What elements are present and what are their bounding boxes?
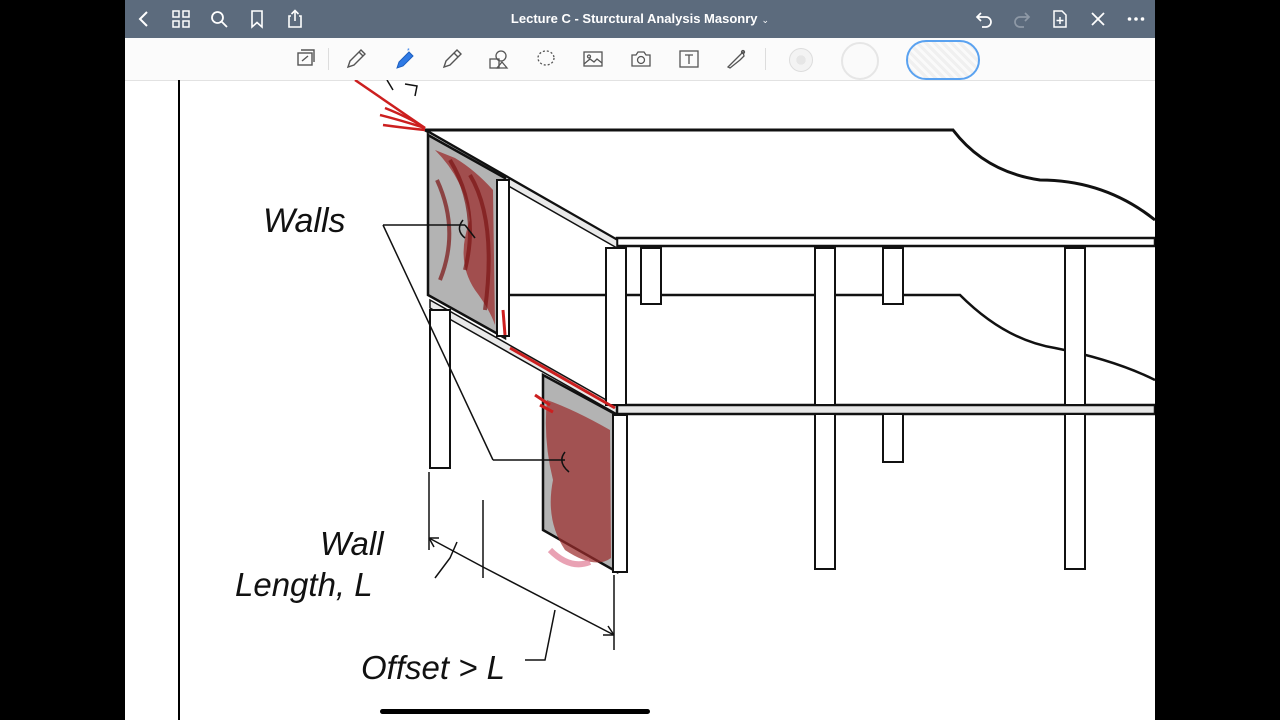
bookmark-icon[interactable]: [247, 9, 267, 29]
toolbar-divider: [328, 48, 329, 70]
close-icon[interactable]: [1088, 9, 1108, 29]
home-indicator[interactable]: [380, 709, 650, 714]
toolbar-divider: [765, 48, 766, 70]
top-bar: Lecture C - Sturctural Analysis Masonry ⌄: [125, 0, 1155, 38]
share-icon[interactable]: [285, 9, 305, 29]
drawing-toolbar: *: [125, 38, 1155, 81]
notes-app-window: Lecture C - Sturctural Analysis Masonry ⌄: [125, 0, 1155, 720]
highlighter-tool-icon[interactable]: *: [391, 47, 417, 71]
eraser-size-large-selected[interactable]: [906, 40, 980, 80]
document-canvas[interactable]: Walls Wall Length, L Offset > L: [125, 80, 1155, 720]
chevron-down-icon[interactable]: ⌄: [762, 15, 770, 25]
read-only-mode-icon[interactable]: [293, 47, 319, 71]
roof-back-edge: [425, 128, 1155, 222]
redo-icon[interactable]: [1012, 9, 1032, 29]
camera-tool-icon[interactable]: [628, 47, 654, 71]
undo-icon[interactable]: [974, 9, 994, 29]
add-page-icon[interactable]: [1050, 9, 1070, 29]
wall-length-label-line1: Wall: [320, 525, 385, 562]
lower-columns: [429, 309, 1086, 570]
eraser-size-small[interactable]: [789, 48, 813, 72]
walls-label: Walls: [263, 202, 346, 240]
red-annotation-arrow: [354, 80, 426, 132]
laser-pointer-icon[interactable]: [723, 47, 749, 71]
image-tool-icon[interactable]: [580, 47, 606, 71]
document-title-text[interactable]: Lecture C - Sturctural Analysis Masonry: [511, 11, 758, 26]
partial-arrow-marks: [386, 80, 418, 97]
document-title[interactable]: Lecture C - Sturctural Analysis Masonry ⌄: [125, 0, 1155, 38]
wall-length-label-line2: Length, L: [235, 566, 373, 603]
search-icon[interactable]: [209, 9, 229, 29]
back-icon[interactable]: [134, 9, 154, 29]
text-tool-icon[interactable]: [676, 47, 702, 71]
thumbnails-grid-icon[interactable]: [171, 9, 191, 29]
more-options-icon[interactable]: [1126, 9, 1146, 29]
floor-slab-front: [615, 403, 1155, 416]
eraser-tool-icon[interactable]: [439, 47, 465, 71]
shapes-tool-icon[interactable]: [485, 47, 511, 71]
lower-wall-edge-column: [612, 414, 628, 573]
svg-text:*: *: [407, 48, 410, 55]
eraser-size-medium[interactable]: [841, 42, 879, 80]
pen-tool-icon[interactable]: [343, 47, 369, 71]
offset-label: Offset > L: [361, 649, 505, 686]
upper-columns: [605, 247, 1086, 406]
roof-slab-front: [615, 236, 1155, 248]
lasso-tool-icon[interactable]: [533, 47, 559, 71]
